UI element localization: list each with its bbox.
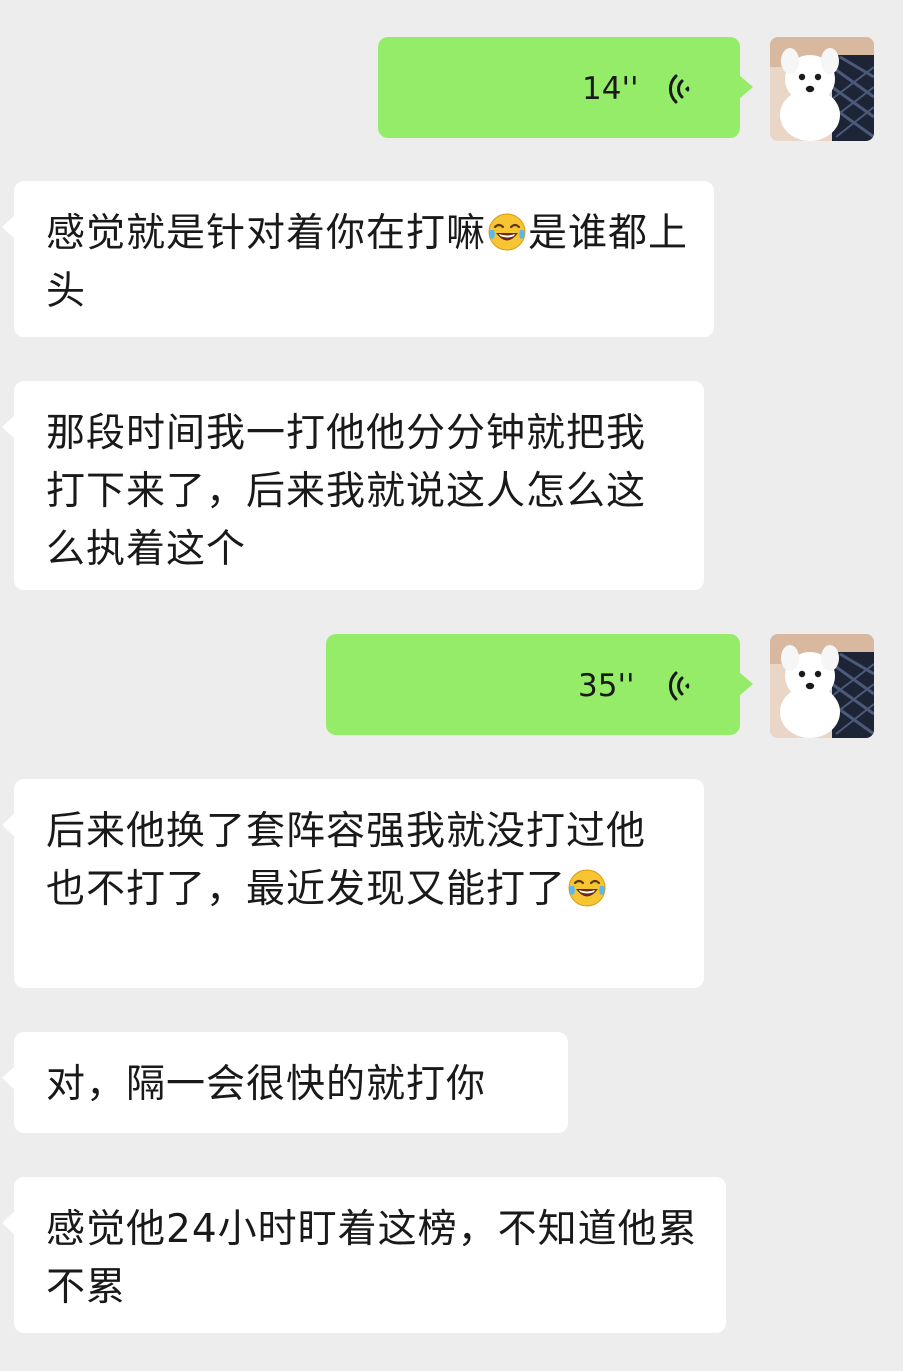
avatar[interactable] xyxy=(770,37,874,141)
voice-duration: 35'' xyxy=(578,668,635,704)
text-message-bubble[interactable]: 后来他换了套阵容强我就没打过他也不打了，最近发现又能打了 xyxy=(2,779,704,988)
text-message-bubble[interactable]: 那段时间我一打他他分分钟就把我打下来了，后来我就说这人怎么这么执着这个 xyxy=(2,381,704,590)
text-message-bubble[interactable]: 感觉就是针对着你在打嘛 是谁都上头 xyxy=(2,181,714,337)
text-message-bubble[interactable]: 感觉他24小时盯着这榜，不知道他累不累 xyxy=(2,1177,726,1333)
tears-of-joy-emoji-icon xyxy=(487,212,527,252)
message-text: 感觉就是针对着你在打嘛 是谁都上头 xyxy=(46,205,694,321)
message-text: 感觉他24小时盯着这榜，不知道他累不累 xyxy=(46,1207,698,1310)
text-message-bubble[interactable]: 对，隔一会很快的就打你 xyxy=(2,1032,568,1133)
message-text: 后来他换了套阵容强我就没打过他也不打了，最近发现又能打了 xyxy=(46,803,684,919)
voice-playback-icon xyxy=(666,666,706,706)
voice-message-bubble[interactable]: 14'' xyxy=(378,37,753,138)
voice-message-bubble[interactable]: 35'' xyxy=(326,634,753,735)
dog-avatar-image xyxy=(770,37,874,141)
tears-of-joy-emoji-icon xyxy=(567,868,607,908)
voice-playback-icon xyxy=(666,69,706,109)
voice-duration: 14'' xyxy=(582,71,639,107)
message-text: 对，隔一会很快的就打你 xyxy=(46,1062,487,1107)
dog-avatar-image xyxy=(770,634,874,738)
message-text: 那段时间我一打他他分分钟就把我打下来了，后来我就说这人怎么这么执着这个 xyxy=(46,411,647,572)
avatar[interactable] xyxy=(770,634,874,738)
message-text-part: 感觉就是针对着你在打嘛 xyxy=(46,211,487,256)
message-text-part: 后来他换了套阵容强我就没打过他也不打了，最近发现又能打了 xyxy=(46,809,647,912)
